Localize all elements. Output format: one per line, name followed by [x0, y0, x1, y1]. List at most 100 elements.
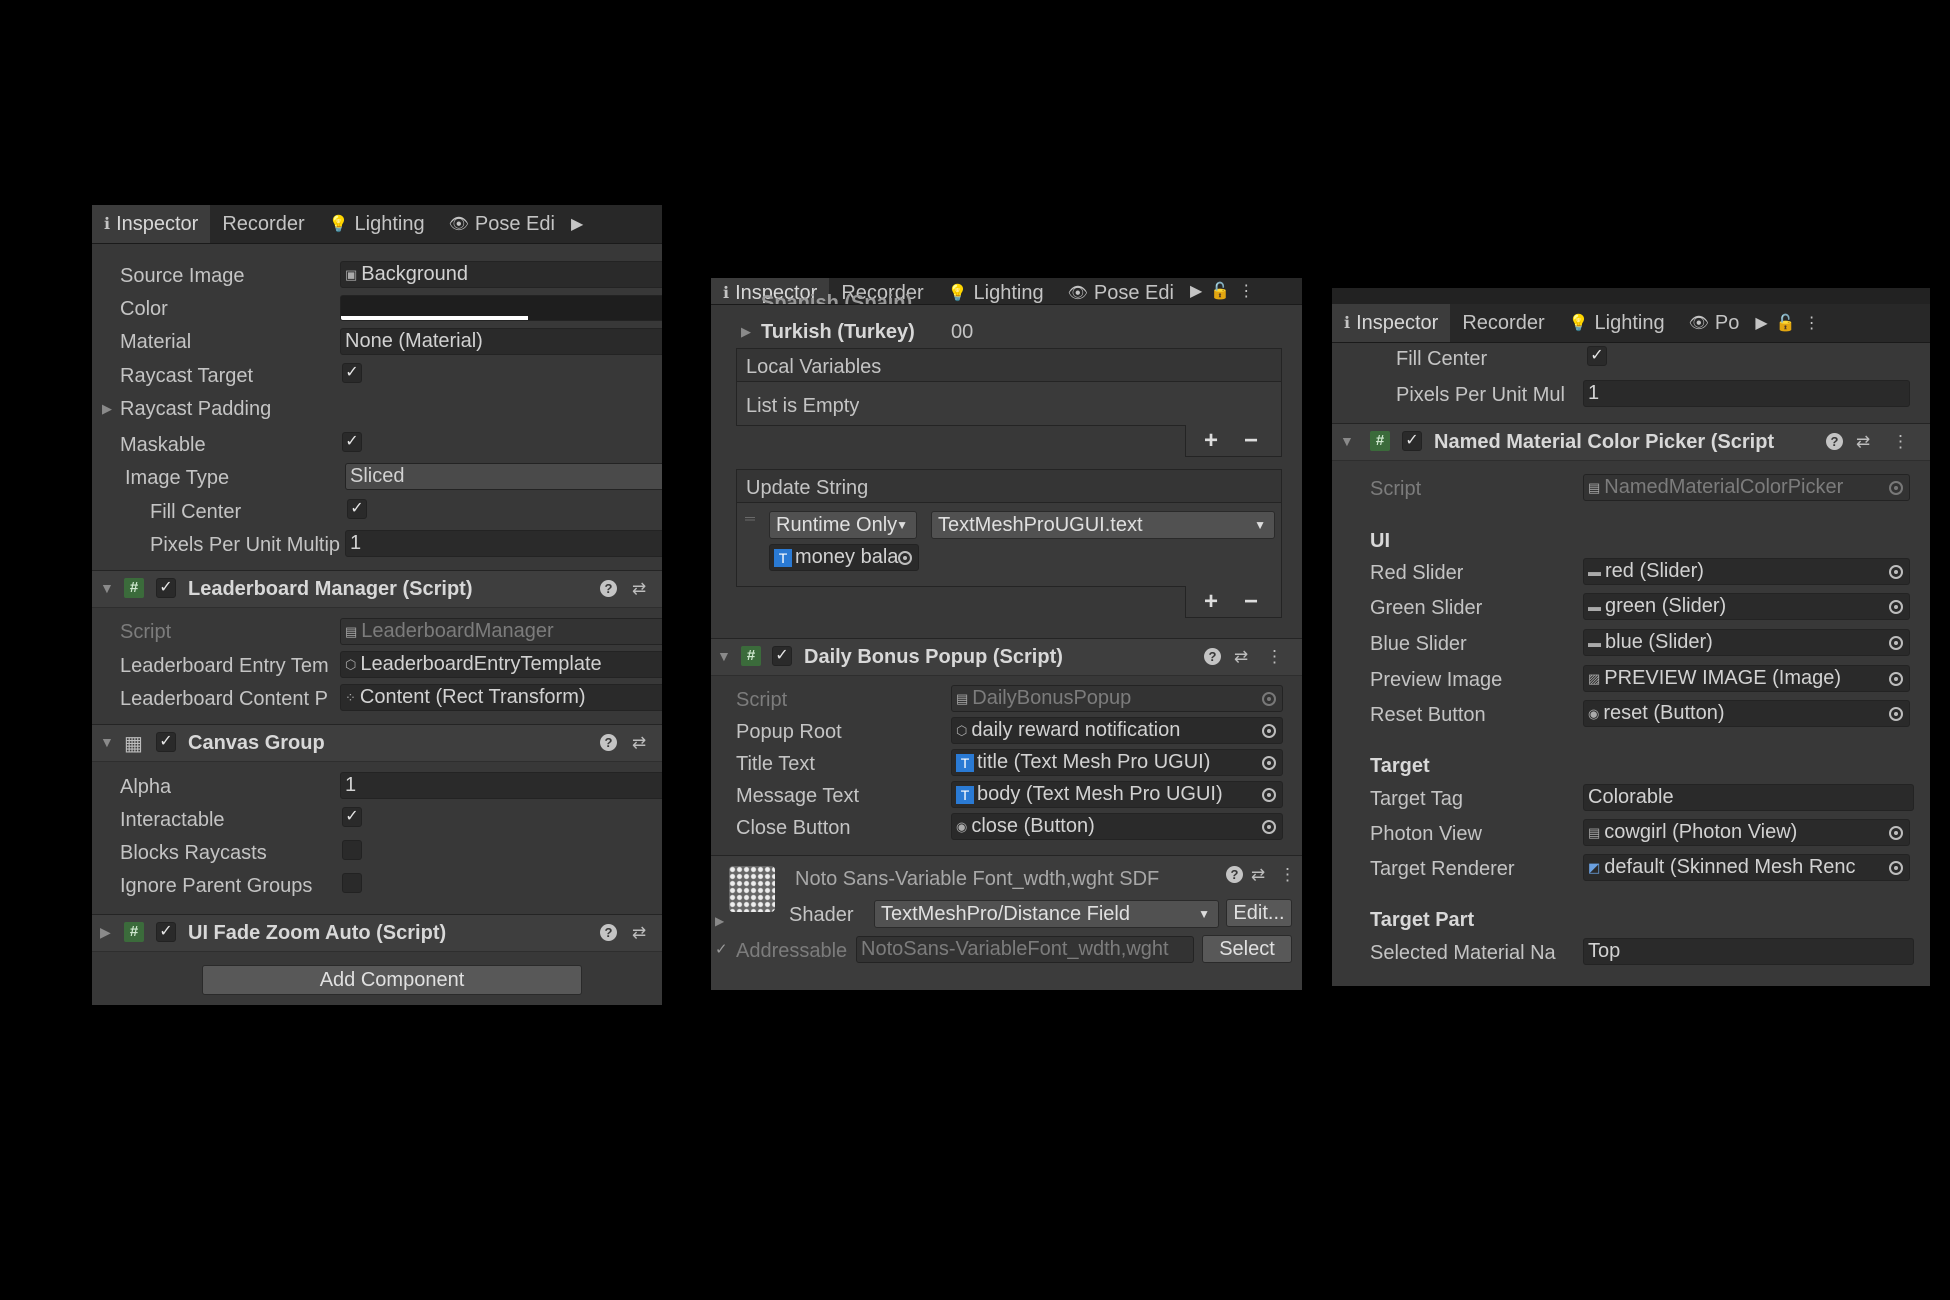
component-enable-checkbox[interactable]: ✓ [156, 732, 176, 752]
add-item-button[interactable]: + [1204, 427, 1218, 455]
color-field[interactable] [340, 295, 662, 321]
settings-icon[interactable]: ⇄ [632, 923, 646, 943]
object-picker-icon[interactable] [1889, 599, 1903, 614]
tab-overflow-arrow-icon[interactable]: ▶ [1751, 304, 1771, 342]
component-enable-checkbox[interactable]: ✓ [1402, 431, 1422, 451]
title-text-field[interactable]: Ttitle (Text Mesh Pro UGUI) [951, 749, 1283, 776]
object-picker-icon[interactable] [1889, 706, 1903, 721]
remove-item-button[interactable]: − [1244, 427, 1258, 455]
component-enable-checkbox[interactable]: ✓ [156, 922, 176, 942]
tab-lighting[interactable]: 💡 Lighting [1557, 304, 1677, 342]
turkish-label[interactable]: Turkish (Turkey) [761, 321, 915, 344]
leaderboard-component-header[interactable]: ▼ # ✓ Leaderboard Manager (Script) ? ⇄ [92, 570, 662, 608]
object-picker-icon[interactable] [1262, 787, 1276, 802]
lock-icon[interactable]: 🔓 [1772, 304, 1800, 342]
raycast-padding-label[interactable]: Raycast Padding [120, 398, 271, 421]
target-renderer-field[interactable]: ◩ default (Skinned Mesh Renc [1583, 854, 1910, 881]
maskable-checkbox[interactable]: ✓ [342, 432, 362, 452]
fill-center-checkbox[interactable]: ✓ [1587, 346, 1607, 366]
fold-arrow-icon[interactable]: ▶ [102, 401, 112, 417]
kebab-menu-icon[interactable]: ⋮ [1234, 278, 1258, 304]
red-slider-field[interactable]: ▬ red (Slider) [1583, 558, 1910, 585]
help-icon[interactable]: ? [600, 924, 617, 941]
tab-pose-editor[interactable]: 👁 Pose Edi [437, 205, 567, 243]
kebab-menu-icon[interactable]: ⋮ [1892, 432, 1909, 452]
blocks-raycasts-checkbox[interactable]: ✓ [342, 840, 362, 860]
method-dropdown[interactable]: TextMeshProUGUI.text ▼ [931, 511, 1275, 539]
fold-arrow-icon[interactable]: ▼ [1340, 433, 1354, 449]
tab-pose-editor[interactable]: 👁 Po [1677, 304, 1752, 342]
raycast-target-checkbox[interactable]: ✓ [342, 363, 362, 383]
image-type-dropdown[interactable]: Sliced [345, 463, 662, 490]
alpha-field[interactable]: 1 [340, 772, 662, 799]
lock-icon[interactable]: 🔓 [1206, 278, 1234, 304]
fold-arrow-icon[interactable]: ▼ [717, 648, 731, 664]
drag-handle-icon[interactable]: ═ [745, 510, 755, 526]
source-image-field[interactable]: ▣ Background [340, 261, 662, 288]
fade-zoom-header[interactable]: ▶ # ✓ UI Fade Zoom Auto (Script) ? ⇄ [92, 914, 662, 952]
fill-center-checkbox[interactable]: ✓ [347, 499, 367, 519]
add-item-button[interactable]: + [1204, 588, 1218, 616]
settings-icon[interactable]: ⇄ [632, 579, 646, 599]
shader-dropdown[interactable]: TextMeshPro/Distance Field ▼ [874, 900, 1219, 928]
select-button[interactable]: Select [1202, 935, 1292, 963]
tab-pose-editor[interactable]: 👁 Pose Edi [1056, 278, 1186, 304]
settings-icon[interactable]: ⇄ [632, 733, 646, 753]
material-field[interactable]: None (Material) [340, 328, 662, 355]
blue-slider-field[interactable]: ▬ blue (Slider) [1583, 629, 1910, 656]
ignore-parent-groups-checkbox[interactable]: ✓ [342, 873, 362, 893]
addressable-check-icon[interactable]: ✓ [715, 940, 728, 958]
object-picker-icon[interactable] [1889, 860, 1903, 875]
object-picker-icon[interactable] [1262, 819, 1276, 834]
fold-arrow-icon[interactable]: ▶ [100, 924, 111, 941]
help-icon[interactable]: ? [1226, 866, 1243, 883]
selected-material-field[interactable]: Top [1583, 938, 1914, 965]
canvas-group-header[interactable]: ▼ ▦ ✓ Canvas Group ? ⇄ [92, 724, 662, 762]
ppu-field[interactable]: 1 [1583, 380, 1910, 407]
tab-recorder[interactable]: Recorder [210, 205, 316, 243]
kebab-menu-icon[interactable]: ⋮ [1266, 647, 1283, 667]
tab-overflow-arrow-icon[interactable]: ▶ [567, 205, 587, 243]
add-component-button[interactable]: Add Component [202, 965, 582, 995]
object-picker-icon[interactable] [898, 550, 912, 565]
kebab-menu-icon[interactable]: ⋮ [1800, 304, 1824, 342]
tab-lighting[interactable]: 💡 Lighting [317, 205, 437, 243]
ppu-field[interactable]: 1 [345, 530, 662, 557]
content-field[interactable]: ⁘ Content (Rect Transform) [340, 684, 662, 711]
target-tag-field[interactable]: Colorable [1583, 784, 1914, 811]
tab-inspector[interactable]: ℹ Inspector [92, 205, 211, 243]
object-picker-icon[interactable] [1262, 723, 1276, 738]
message-text-field[interactable]: Tbody (Text Mesh Pro UGUI) [951, 781, 1283, 808]
settings-icon[interactable]: ⇄ [1251, 865, 1265, 885]
edit-shader-button[interactable]: Edit... [1226, 899, 1292, 927]
fold-arrow-icon[interactable]: ▶ [715, 914, 724, 928]
help-icon[interactable]: ? [1826, 433, 1843, 450]
reset-button-field[interactable]: ◉ reset (Button) [1583, 700, 1910, 727]
help-icon[interactable]: ? [600, 734, 617, 751]
object-picker-icon[interactable] [1889, 564, 1903, 579]
settings-icon[interactable]: ⇄ [1234, 647, 1248, 667]
help-icon[interactable]: ? [1204, 648, 1221, 665]
component-enable-checkbox[interactable]: ✓ [156, 578, 176, 598]
tab-recorder[interactable]: Recorder [1450, 304, 1556, 342]
settings-icon[interactable]: ⇄ [1856, 432, 1870, 452]
object-picker-icon[interactable] [1889, 671, 1903, 686]
fold-arrow-icon[interactable]: ▼ [100, 580, 114, 596]
object-picker-icon[interactable] [1889, 635, 1903, 650]
money-object-field[interactable]: T money bala [769, 544, 919, 571]
component-enable-checkbox[interactable]: ✓ [772, 646, 792, 666]
tab-overflow-arrow-icon[interactable]: ▶ [1186, 278, 1206, 304]
green-slider-field[interactable]: ▬ green (Slider) [1583, 593, 1910, 620]
tab-inspector[interactable]: ℹ Inspector [1332, 304, 1451, 342]
tab-lighting[interactable]: 💡 Lighting [936, 278, 1056, 304]
remove-item-button[interactable]: − [1244, 588, 1258, 616]
named-material-header[interactable]: ▼ # ✓ Named Material Color Picker (Scrip… [1332, 423, 1930, 461]
object-picker-icon[interactable] [1262, 755, 1276, 770]
runtime-only-dropdown[interactable]: Runtime Only ▼ [769, 511, 917, 539]
photon-view-field[interactable]: ▤ cowgirl (Photon View) [1583, 819, 1910, 846]
daily-bonus-header[interactable]: ▼ # ✓ Daily Bonus Popup (Script) ? ⇄ ⋮ [711, 638, 1302, 676]
help-icon[interactable]: ? [600, 580, 617, 597]
popup-root-field[interactable]: ⬡ daily reward notification [951, 717, 1283, 744]
interactable-checkbox[interactable]: ✓ [342, 807, 362, 827]
preview-image-field[interactable]: ▨ PREVIEW IMAGE (Image) [1583, 665, 1910, 692]
